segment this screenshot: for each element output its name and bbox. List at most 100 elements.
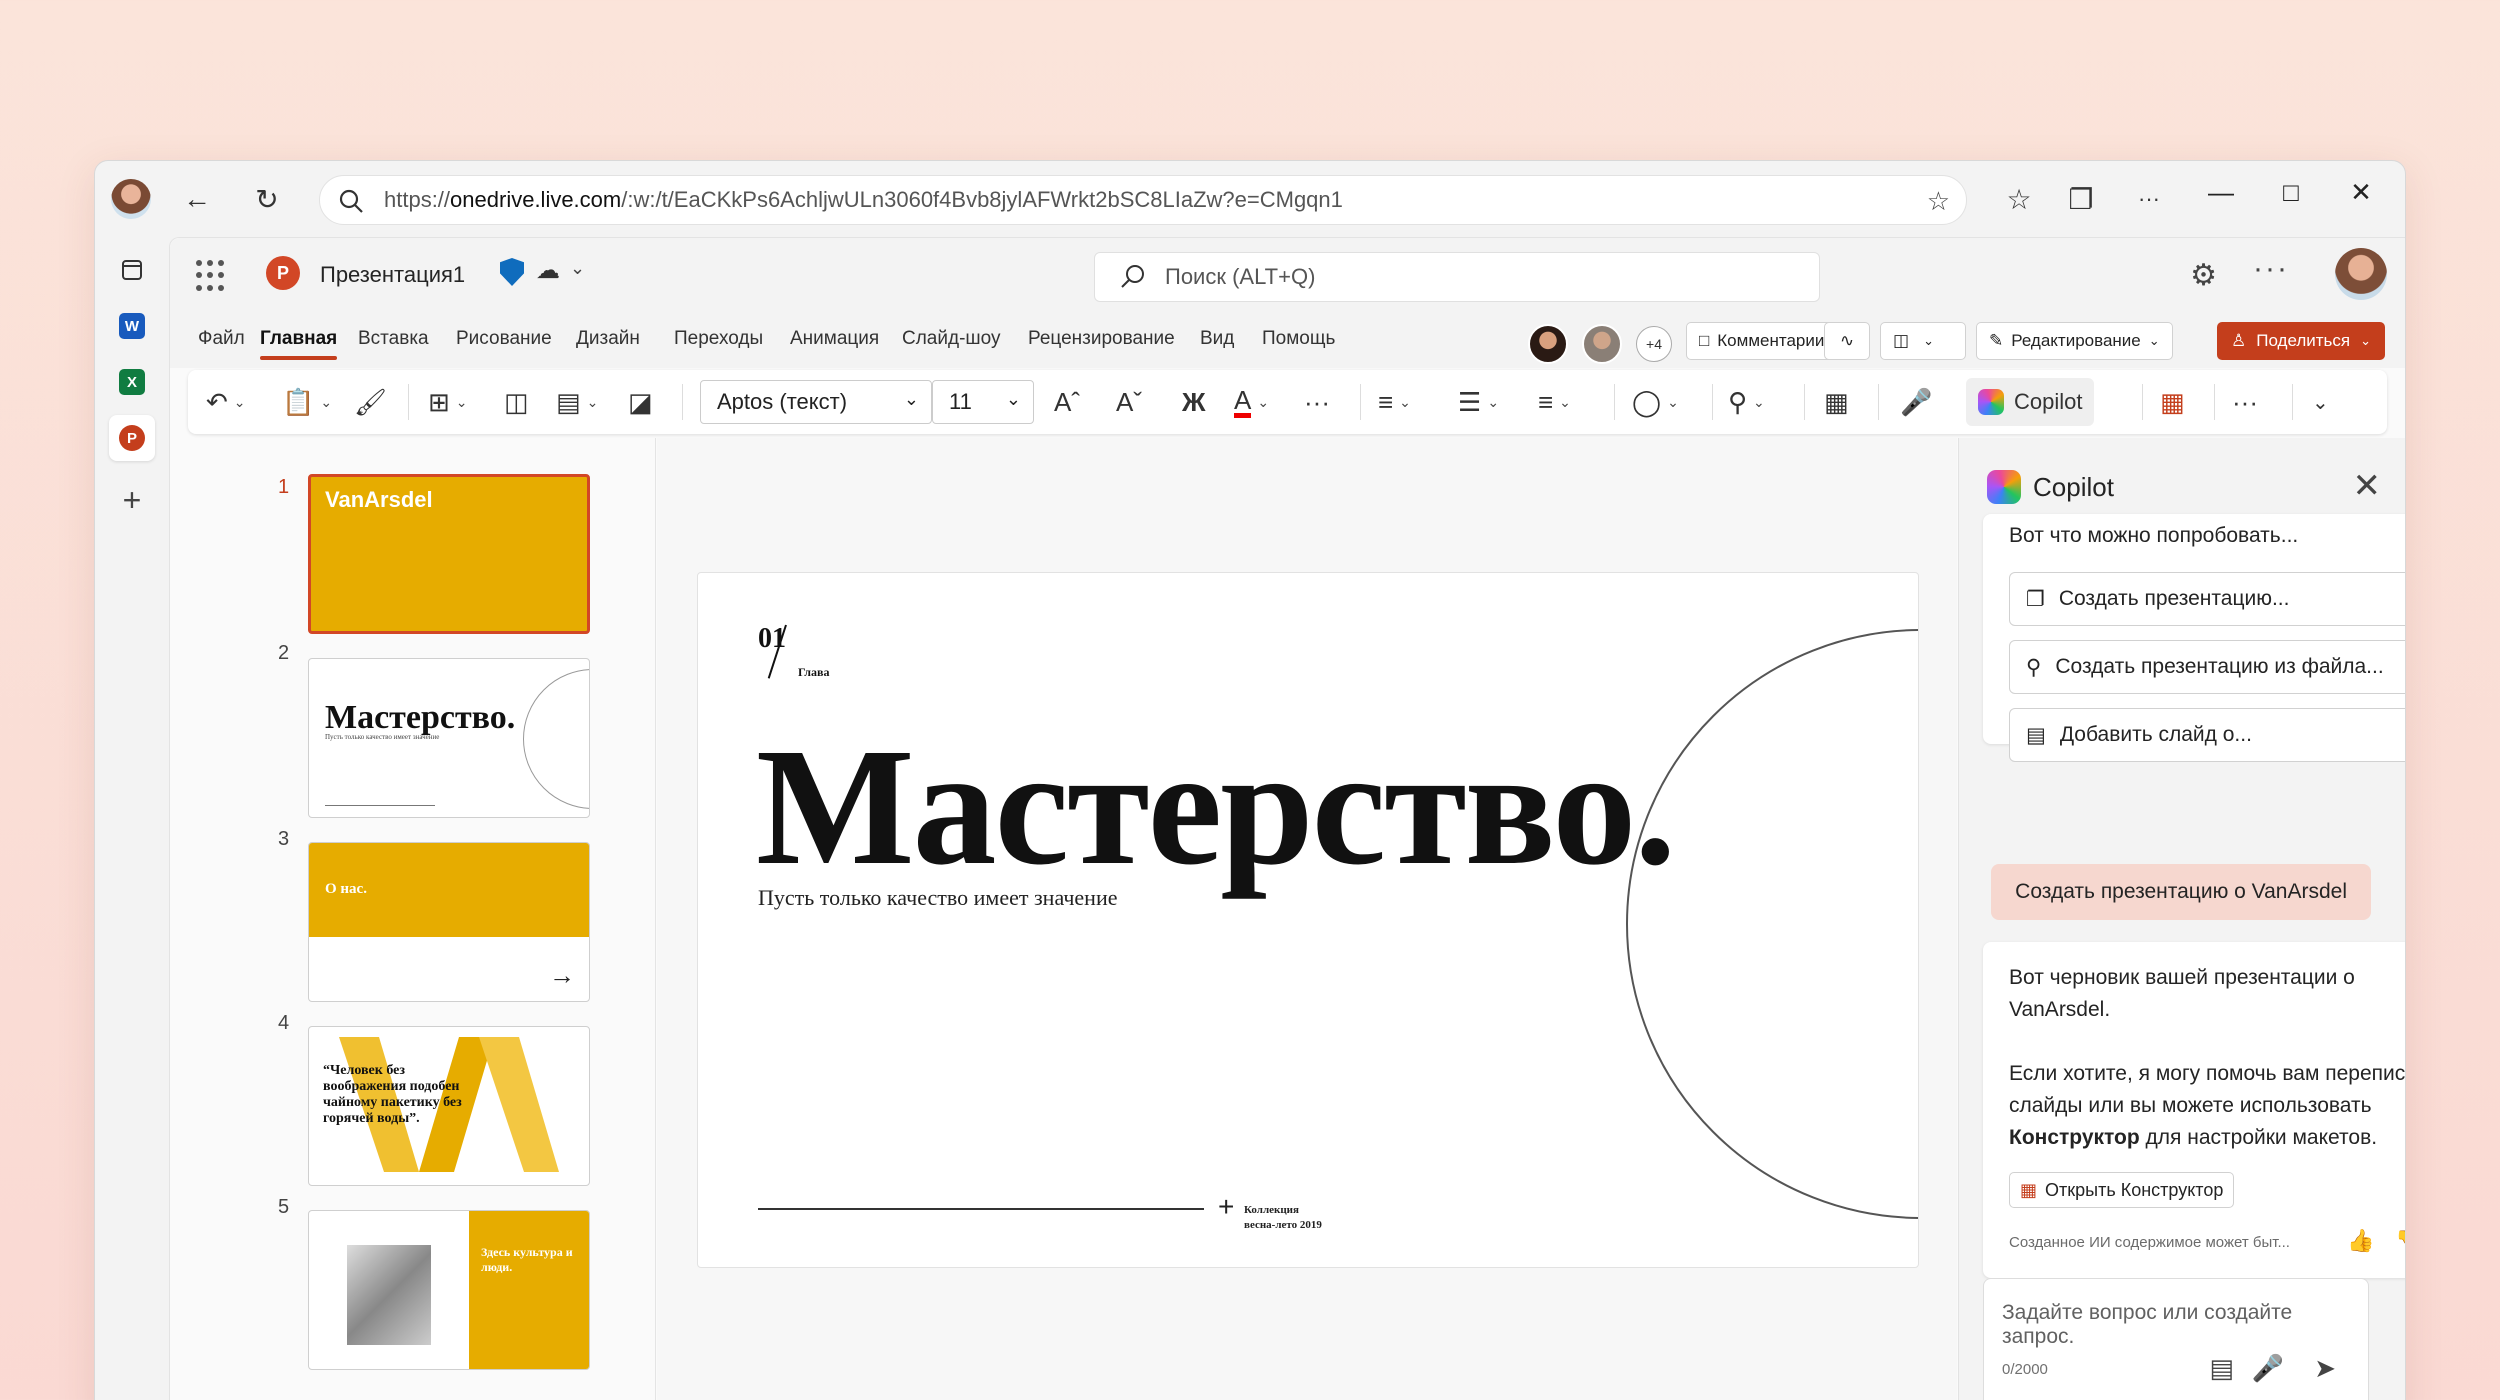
more-collaborators-badge[interactable]: +4 <box>1636 326 1672 362</box>
copilot-icon <box>1978 389 2004 415</box>
shapes-icon[interactable]: ◯ ⌄ <box>1632 384 1679 420</box>
expand-ribbon-icon[interactable]: ⌄ <box>2312 384 2329 420</box>
collaborator-avatar[interactable] <box>1582 324 1622 364</box>
font-color-icon[interactable]: A ⌄ <box>1234 384 1269 420</box>
slide-collection-label[interactable]: Коллекция весна-лето 2019 <box>1244 1203 1322 1234</box>
present-button[interactable]: ◫ ⌄ <box>1880 322 1966 360</box>
tab-home[interactable]: Главная <box>260 328 338 360</box>
reuse-slides-icon[interactable]: ◫ <box>504 384 529 420</box>
designer-icon[interactable]: ▦ <box>1824 384 1849 420</box>
user-avatar[interactable] <box>2335 248 2387 300</box>
slide-thumbnail-2[interactable]: Мастерство. Пусть только качество имеет … <box>308 658 590 818</box>
tab-actions-icon[interactable] <box>109 247 155 293</box>
increase-font-icon[interactable]: Aˆ <box>1054 384 1080 420</box>
slide-thumbnail-4[interactable]: “Человек без воображения подобен чайному… <box>308 1026 590 1186</box>
suggestion-add-slide[interactable]: ▤ Добавить слайд о... <box>2009 708 2405 762</box>
thumbs-down-icon[interactable]: 👎 <box>2395 1228 2405 1254</box>
bullets-icon[interactable]: ≡ ⌄ <box>1378 384 1411 420</box>
search-input[interactable]: Поиск (ALT+Q) <box>1094 252 1820 302</box>
numbering-icon[interactable]: ☰ ⌄ <box>1458 384 1499 420</box>
suggestion-from-file[interactable]: ⚲ Создать презентацию из файла... <box>2009 640 2405 694</box>
tab-review[interactable]: Рецензирование <box>1028 328 1175 350</box>
browser-toolbar: ← ↻ https://onedrive.live.com/:w:/t/EaCK… <box>95 161 2405 237</box>
background-icon[interactable]: ◪ <box>628 384 653 420</box>
add-app-icon[interactable]: + <box>109 477 155 523</box>
thumb-title: Мастерство. <box>325 699 516 736</box>
comments-button[interactable]: □ Комментарии <box>1686 322 1838 360</box>
activity-button[interactable]: ∿ <box>1824 322 1870 360</box>
tab-animations[interactable]: Анимация <box>790 328 879 350</box>
layout-icon[interactable]: ▤ ⌄ <box>556 384 598 420</box>
font-size-select[interactable]: 11 ⌄ <box>932 380 1034 424</box>
tab-file[interactable]: Файл <box>198 328 245 350</box>
editing-mode-button[interactable]: ✎ Редактирование ⌄ <box>1976 322 2173 360</box>
suggestion-create-presentation[interactable]: ❐ Создать презентацию... <box>2009 572 2405 626</box>
settings-gear-icon[interactable]: ⚙ <box>2190 258 2217 293</box>
maximize-icon[interactable]: □ <box>2271 177 2311 208</box>
copilot-prompt-input[interactable]: Задайте вопрос или создайте запрос. 0/20… <box>1983 1278 2369 1400</box>
profile-avatar[interactable] <box>111 179 151 219</box>
current-slide[interactable]: 01 Глава Мастерство. Пусть только качест… <box>697 572 1919 1268</box>
share-button[interactable]: ♙ Поделиться ⌄ <box>2216 322 2385 360</box>
bold-icon[interactable]: Ж <box>1182 384 1206 420</box>
slide-thumbnail-5[interactable]: Здесь культура и люди. <box>308 1210 590 1370</box>
tab-draw[interactable]: Рисование <box>456 328 552 350</box>
more-icon[interactable]: ··· <box>2131 181 2167 217</box>
slide-thumbnail-3[interactable]: О нас. → <box>308 842 590 1002</box>
tab-design[interactable]: Дизайн <box>576 328 640 350</box>
more-commands-icon[interactable]: ··· <box>2232 384 2258 420</box>
tab-insert[interactable]: Вставка <box>358 328 429 350</box>
tab-transitions[interactable]: Переходы <box>674 328 763 350</box>
slide-thumbnail-1[interactable]: VanArsdel <box>308 474 590 634</box>
dictate-icon[interactable]: 🎤 <box>1900 384 1932 420</box>
find-icon[interactable]: ⚲ ⌄ <box>1728 384 1765 420</box>
more-options-icon[interactable]: ··· <box>2253 252 2289 286</box>
minimize-icon[interactable]: — <box>2201 177 2241 208</box>
favorites-icon[interactable]: ☆ <box>2001 181 2037 217</box>
cloud-saved-icon[interactable]: ☁ <box>536 256 560 285</box>
slide-title[interactable]: Мастерство. <box>756 723 1676 891</box>
document-title[interactable]: Презентация1 <box>320 262 465 288</box>
decrease-font-icon[interactable]: Aˇ <box>1116 384 1142 420</box>
address-bar[interactable]: https://onedrive.live.com/:w:/t/EaCKkPs6… <box>319 175 1967 225</box>
prompt-guide-icon[interactable]: ▤ <box>2209 1353 2234 1384</box>
copilot-ribbon-button[interactable]: Copilot <box>1966 378 2095 426</box>
sensitivity-shield-icon[interactable] <box>500 258 524 286</box>
align-icon[interactable]: ≡ ⌄ <box>1538 384 1571 420</box>
tab-view[interactable]: Вид <box>1200 328 1234 350</box>
slide-chapter-label[interactable]: Глава <box>798 665 830 680</box>
copilot-header: Copilot <box>1987 470 2114 504</box>
collaborator-avatar[interactable] <box>1528 324 1568 364</box>
collections-icon[interactable]: ❐ <box>2063 181 2099 217</box>
add-favorite-icon[interactable]: ☆ <box>1927 186 1950 217</box>
refresh-icon[interactable]: ↻ <box>249 181 285 217</box>
word-app-icon[interactable]: W <box>109 303 155 349</box>
microphone-icon[interactable]: 🎤 <box>2252 1353 2284 1384</box>
home-ribbon: ↶ ⌄ 📋 ⌄ 🖌 ⊞ ⌄ ◫ ▤ ⌄ ◪ Aptos (текст) ⌄ 11 ⌄ A… <box>188 370 2387 434</box>
slide-thumbnails-pane: 1 VanArsdel 2 Мастерство. Пусть только к… <box>170 438 656 1400</box>
open-designer-button[interactable]: ▦ Открыть Конструктор <box>2009 1172 2235 1208</box>
slide-icon: ▤ <box>2026 723 2046 747</box>
font-name-select[interactable]: Aptos (текст) ⌄ <box>700 380 932 424</box>
chevron-down-icon[interactable]: ⌄ <box>570 258 585 279</box>
thumb-circle <box>523 669 589 809</box>
app-launcher-icon[interactable] <box>196 260 228 292</box>
format-painter-icon[interactable]: 🖌 <box>354 384 387 420</box>
close-window-icon[interactable]: ✕ <box>2341 177 2381 208</box>
tab-help[interactable]: Помощь <box>1262 328 1335 350</box>
more-font-options-icon[interactable]: ··· <box>1304 384 1330 420</box>
undo-icon[interactable]: ↶ ⌄ <box>206 384 246 420</box>
excel-app-icon[interactable]: X <box>109 359 155 405</box>
ribbon-separator <box>2142 384 2143 420</box>
new-slide-icon[interactable]: ⊞ ⌄ <box>428 384 468 420</box>
tab-slideshow[interactable]: Слайд-шоу <box>902 328 1001 350</box>
thumbs-up-icon[interactable]: 👍 <box>2347 1228 2374 1254</box>
copilot-title: Copilot <box>2033 471 2114 502</box>
slide-subtitle[interactable]: Пусть только качество имеет значение <box>758 885 1117 911</box>
send-icon[interactable]: ➤ <box>2314 1353 2336 1384</box>
add-ins-icon[interactable]: ▦ <box>2160 384 2185 420</box>
paste-icon[interactable]: 📋 ⌄ <box>282 384 332 420</box>
close-icon[interactable]: ✕ <box>2353 466 2382 506</box>
powerpoint-app-icon[interactable]: P <box>109 415 155 461</box>
back-icon[interactable]: ← <box>179 181 215 217</box>
